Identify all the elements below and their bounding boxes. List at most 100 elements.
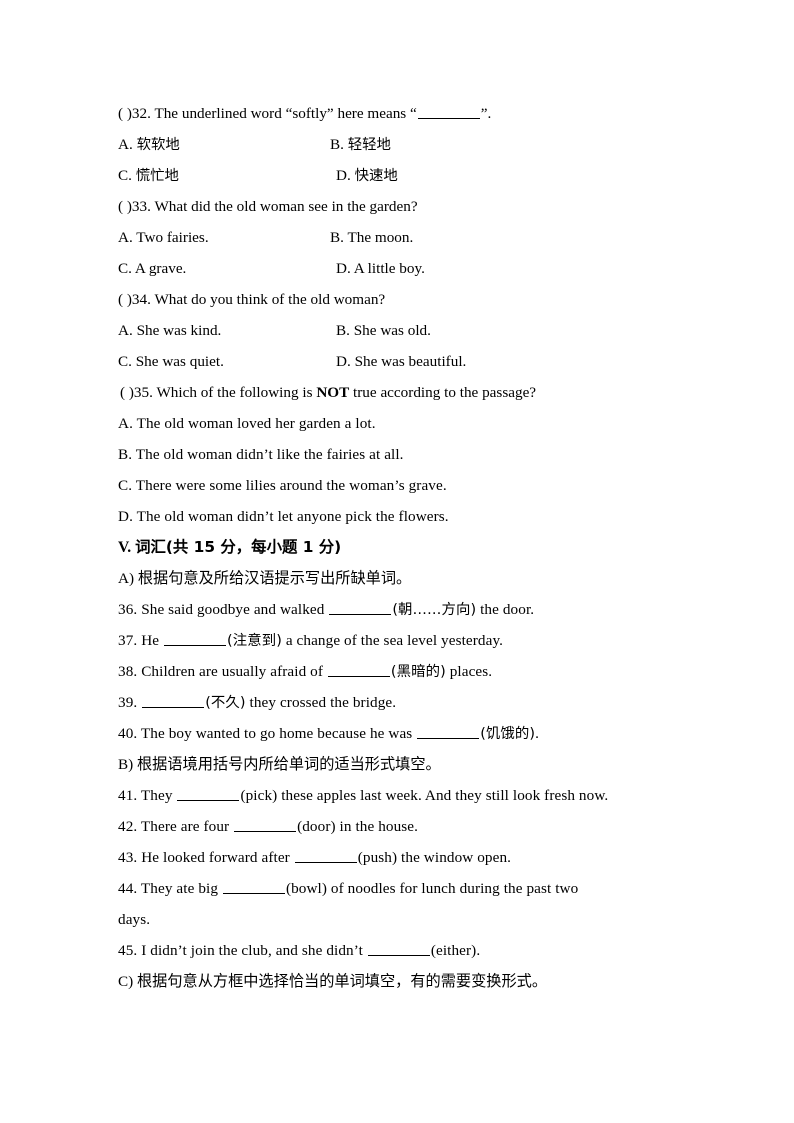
item-hint: (不久) — [205, 695, 246, 711]
option-32-b[interactable]: B. 轻轻地 — [330, 129, 391, 161]
answer-blank-38[interactable] — [327, 663, 390, 677]
part-c-text: 根据句意从方框中选择恰当的单词填空，有的需要变换形式。 — [136, 972, 548, 990]
option-label-b: B. — [330, 229, 344, 246]
item-wrap-tail: days. — [118, 911, 151, 928]
option-33-c[interactable]: C. A grave. — [118, 253, 330, 284]
option-34-b[interactable]: B. She was old. — [336, 315, 431, 346]
option-text-d: A little boy. — [353, 260, 425, 277]
option-33-b[interactable]: B. The moon. — [330, 222, 413, 253]
option-text-c: 慌忙地 — [135, 168, 179, 184]
option-label-c: C. — [118, 353, 132, 370]
option-35-d[interactable]: D. The old woman didn’t let anyone pick … — [118, 501, 678, 532]
option-text-b: 轻轻地 — [347, 137, 391, 153]
option-label-b: B. — [330, 136, 344, 153]
question-marker-34: ( )34. — [118, 291, 151, 308]
item-after: the window open. — [397, 849, 512, 866]
answer-blank-39[interactable] — [142, 694, 205, 708]
item-hint: (黑暗的) — [390, 664, 446, 680]
question-stem-34: ( )34. What do you think of the old woma… — [118, 284, 678, 315]
item-hint: (朝……方向) — [392, 602, 477, 618]
option-label-d: D. — [336, 167, 351, 184]
item-number: 40. — [118, 725, 138, 742]
fill-item-39: 39. (不久) they crossed the bridge. — [118, 687, 678, 718]
answer-blank-43[interactable] — [294, 849, 357, 863]
question-text-33: What did the old woman see in the garden… — [154, 198, 418, 215]
option-label-a: A. — [118, 322, 133, 339]
item-number: 38. — [118, 663, 138, 680]
option-row-32-ab: A. 软软地 B. 轻轻地 — [118, 129, 678, 160]
part-b-instruction: B) 根据语境用括号内所给单词的适当形式填空。 — [118, 749, 678, 780]
option-35-c[interactable]: C. There were some lilies around the wom… — [118, 470, 678, 501]
item-number: 42. — [118, 818, 138, 835]
item-number: 44. — [118, 880, 138, 897]
option-label-d: D. — [336, 260, 351, 277]
answer-blank-44[interactable] — [222, 880, 285, 894]
fill-item-40: 40. The boy wanted to go home because he… — [118, 718, 678, 749]
item-hint: (bowl) — [285, 880, 328, 897]
part-a-instruction: A) 根据句意及所给汉语提示写出所缺单词。 — [118, 563, 678, 594]
option-33-d[interactable]: D. A little boy. — [330, 253, 425, 284]
option-32-d[interactable]: D. 快速地 — [330, 160, 398, 192]
answer-blank-32[interactable] — [417, 105, 480, 119]
part-a-text: 根据句意及所给汉语提示写出所缺单词。 — [137, 569, 412, 587]
item-hint: (either) — [430, 942, 477, 959]
option-text-d: D. The old woman didn’t let anyone pick … — [118, 508, 449, 525]
item-before: There are four — [140, 818, 234, 835]
option-text-a: A. The old woman loved her garden a lot. — [118, 415, 376, 432]
question-marker-33: ( )33. — [118, 198, 151, 215]
answer-blank-45[interactable] — [367, 942, 430, 956]
question-marker-35: ( )35. — [120, 384, 153, 401]
fill-item-44-wrap: days. — [118, 904, 678, 935]
answer-blank-37[interactable] — [164, 632, 227, 646]
answer-blank-36[interactable] — [329, 601, 392, 615]
fill-item-36: 36. She said goodbye and walked (朝……方向) … — [118, 594, 678, 625]
option-row-32-cd: C. 慌忙地 D. 快速地 — [118, 160, 678, 191]
option-33-a[interactable]: A. Two fairies. — [118, 222, 330, 253]
item-hint: (pick) — [240, 787, 278, 804]
question-text-35: Which of the following is — [156, 384, 317, 401]
item-after: they crossed the bridge. — [245, 694, 397, 711]
option-label-a: A. — [118, 229, 133, 246]
question-marker-32: ( )32. — [118, 105, 151, 122]
option-34-d[interactable]: D. She was beautiful. — [336, 346, 466, 377]
option-label-b: B. — [336, 322, 350, 339]
item-after: the door. — [476, 601, 535, 618]
answer-blank-42[interactable] — [234, 818, 297, 832]
part-c-label: C) — [118, 973, 134, 990]
item-before: She said goodbye and walked — [141, 601, 329, 618]
answer-blank-41[interactable] — [177, 787, 240, 801]
fill-item-38: 38. Children are usually afraid of (黑暗的)… — [118, 656, 678, 687]
item-number: 41. — [118, 787, 138, 804]
fill-item-41: 41. They (pick) these apples last week. … — [118, 780, 678, 811]
item-after: places. — [445, 663, 493, 680]
item-hint: (push) — [357, 849, 398, 866]
option-label-d: D. — [336, 353, 351, 370]
item-after: . — [535, 725, 540, 742]
option-text-a: 软软地 — [136, 137, 180, 153]
option-35-a[interactable]: A. The old woman loved her garden a lot. — [118, 408, 678, 439]
fill-item-45: 45. I didn’t join the club, and she didn… — [118, 935, 678, 966]
item-number: 39. — [118, 694, 138, 711]
item-hint: (注意到) — [227, 633, 282, 649]
fill-item-43: 43. He looked forward after (push) the w… — [118, 842, 678, 873]
answer-blank-40[interactable] — [417, 725, 480, 739]
option-text-d: 快速地 — [354, 168, 398, 184]
option-35-b[interactable]: B. The old woman didn’t like the fairies… — [118, 439, 678, 470]
option-text-c: She was quiet. — [135, 353, 224, 370]
option-34-a[interactable]: A. She was kind. — [118, 315, 336, 346]
item-before: I didn’t join the club, and she didn’t — [141, 942, 367, 959]
item-before: They — [140, 787, 177, 804]
option-row-33-cd: C. A grave. D. A little boy. — [118, 253, 678, 284]
question-stem-33: ( )33. What did the old woman see in the… — [118, 191, 678, 222]
option-32-c[interactable]: C. 慌忙地 — [118, 160, 330, 192]
option-32-a[interactable]: A. 软软地 — [118, 129, 330, 161]
option-34-c[interactable]: C. She was quiet. — [118, 346, 336, 377]
item-hint: (饥饿的) — [480, 726, 536, 742]
option-row-33-ab: A. Two fairies. B. The moon. — [118, 222, 678, 253]
section-number: V. — [118, 539, 132, 556]
item-before: He looked forward after — [141, 849, 294, 866]
item-after: a change of the sea level yesterday. — [281, 632, 504, 649]
item-before: Children are usually afraid of — [141, 663, 327, 680]
item-before: He — [141, 632, 164, 649]
part-b-label: B) — [118, 756, 134, 773]
